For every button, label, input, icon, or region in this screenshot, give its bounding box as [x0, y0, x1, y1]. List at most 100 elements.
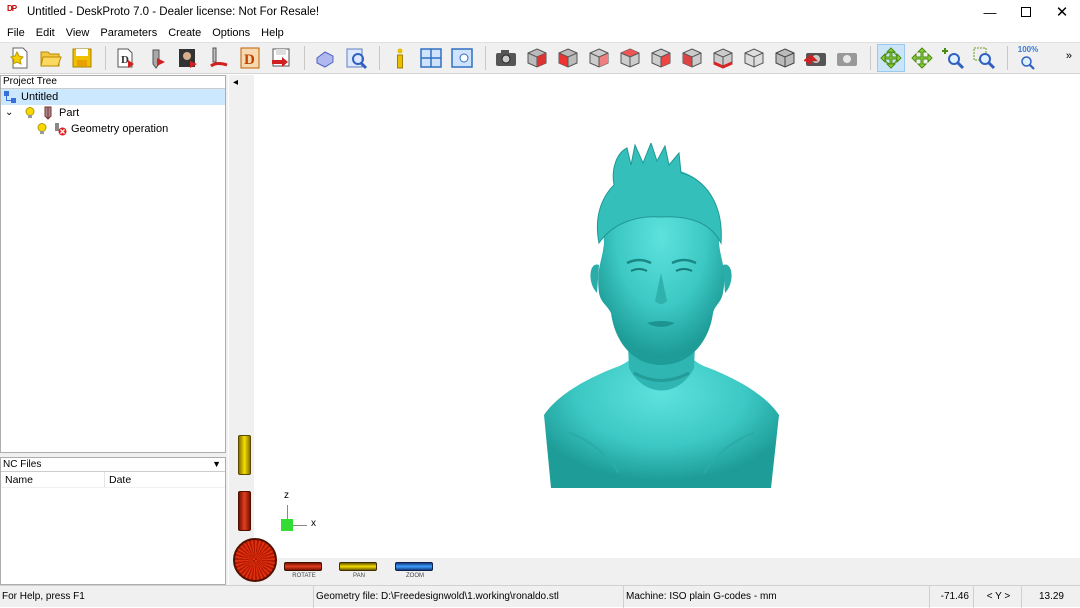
3d-model-bust: [544, 143, 779, 488]
views-button[interactable]: [417, 44, 445, 72]
camera-view-button[interactable]: [492, 44, 520, 72]
nc-files-panel: NC Files ▼ Name Date: [0, 457, 226, 585]
part-parameters-button[interactable]: [143, 44, 171, 72]
toolbar-separator: [485, 46, 486, 70]
tree-item-project[interactable]: Untitled: [1, 89, 225, 105]
camera-icon: [496, 50, 516, 66]
svg-text:D: D: [121, 54, 129, 66]
eraser-icon: [316, 51, 334, 68]
zoom-fit-icon: [1021, 55, 1035, 70]
tree-item-part[interactable]: ⌄ Part: [1, 105, 225, 121]
view-top-button[interactable]: [678, 44, 706, 72]
toolbar-separator: [1007, 46, 1008, 70]
view-slider-bar: ROTATE PAN ZOOM: [229, 558, 1080, 585]
lightbulb-icon[interactable]: [35, 122, 49, 136]
view-bottom-button[interactable]: [709, 44, 737, 72]
status-coord-value: -71.46: [930, 585, 974, 608]
next-view-button[interactable]: [833, 44, 861, 72]
bitmap-button[interactable]: [174, 44, 202, 72]
view-iso-button[interactable]: [523, 44, 551, 72]
rotate-wheel-vertical[interactable]: [238, 491, 251, 531]
project-tree-title: Project Tree: [1, 76, 225, 89]
pan-tool-button[interactable]: [908, 44, 936, 72]
menu-view[interactable]: View: [62, 27, 94, 39]
collapse-panel-arrow[interactable]: ◂: [233, 77, 238, 88]
menu-create[interactable]: Create: [164, 27, 205, 39]
status-coord-value2: 13.29: [1038, 590, 1064, 602]
inspect-button[interactable]: [342, 44, 370, 72]
view-left-button[interactable]: [616, 44, 644, 72]
export-button[interactable]: [267, 44, 295, 72]
erase-button[interactable]: [311, 44, 339, 72]
menu-parameters[interactable]: Parameters: [96, 27, 161, 39]
window-view-icon: [451, 48, 473, 68]
menu-options[interactable]: Options: [208, 27, 254, 39]
menu-help[interactable]: Help: [257, 27, 288, 39]
save-project-button[interactable]: [68, 44, 96, 72]
left-panel: Project Tree Untitled ⌄ Part Geometry op…: [0, 75, 228, 585]
pan-slider[interactable]: PAN: [339, 562, 377, 579]
quad-view-icon: [420, 48, 442, 68]
view-right-button[interactable]: [647, 44, 675, 72]
tree-item-geometry-operation[interactable]: Geometry operation: [1, 121, 225, 137]
toolbar-separator: [870, 46, 871, 70]
window-view-button[interactable]: [448, 44, 476, 72]
toolbar-overflow-button[interactable]: »: [1066, 50, 1072, 62]
rotate-arrows-icon: [880, 47, 902, 69]
cube-grey-icon: [744, 48, 764, 68]
open-project-button[interactable]: [37, 44, 65, 72]
zoom-100-button[interactable]: 100%: [1014, 44, 1042, 72]
title-bar: DP Untitled - DeskProto 7.0 - Dealer lic…: [0, 0, 1080, 24]
camera-grey-icon: [837, 53, 857, 66]
project-tree-panel: Project Tree Untitled ⌄ Part Geometry op…: [0, 75, 226, 453]
info-button[interactable]: [386, 44, 414, 72]
camera-back-icon: [804, 53, 826, 66]
zoom-slider[interactable]: ZOOM: [395, 562, 433, 579]
column-header-name[interactable]: Name: [1, 472, 105, 487]
status-coord-axis: < Y >: [974, 585, 1022, 608]
toolbar: D D 100%: [0, 42, 1080, 74]
zoom-window-button[interactable]: [970, 44, 998, 72]
menu-edit[interactable]: Edit: [32, 27, 59, 39]
dxf-button[interactable]: D: [236, 44, 264, 72]
view-front-button[interactable]: [554, 44, 582, 72]
rotate-tool-button[interactable]: [877, 44, 905, 72]
menu-bar: File Edit View Parameters Create Options…: [0, 24, 1080, 42]
pan-wheel-vertical[interactable]: [238, 435, 251, 475]
column-header-date[interactable]: Date: [105, 472, 225, 487]
toolbar-separator: [304, 46, 305, 70]
view-wire-button[interactable]: [771, 44, 799, 72]
toolbar-separator: [379, 46, 380, 70]
status-geometry-file: Geometry file: D:\Freedesignwold\1.worki…: [314, 585, 624, 608]
cube-bottom-icon: [713, 48, 733, 69]
lightbulb-icon[interactable]: [23, 106, 37, 120]
app-logo-icon: DP: [7, 4, 17, 13]
info-icon: [397, 48, 403, 69]
cube-right-icon: [651, 48, 671, 68]
nc-files-header: NC Files ▼: [1, 458, 225, 472]
load-geometry-button[interactable]: D: [112, 44, 140, 72]
rotate-slider[interactable]: ROTATE: [284, 562, 322, 579]
cube-top-icon: [682, 48, 702, 68]
zoom-tool-button[interactable]: [939, 44, 967, 72]
maximize-button[interactable]: [1008, 0, 1044, 24]
dropdown-arrow-icon[interactable]: ▼: [212, 458, 221, 471]
view-back-button[interactable]: [585, 44, 613, 72]
axis-indicator: z x: [281, 490, 331, 540]
new-project-button[interactable]: [6, 44, 34, 72]
rotate-dial[interactable]: [233, 538, 277, 582]
previous-view-button[interactable]: [802, 44, 830, 72]
close-button[interactable]: ✕: [1044, 0, 1080, 24]
view-shaded-button[interactable]: [740, 44, 768, 72]
menu-file[interactable]: File: [3, 27, 29, 39]
minimize-icon: —: [983, 4, 997, 20]
minimize-button[interactable]: —: [972, 0, 1008, 24]
vector-d-icon: D: [240, 47, 260, 69]
chevron-down-icon[interactable]: ⌄: [5, 106, 17, 120]
toolpath-button[interactable]: [205, 44, 233, 72]
axis-label-z: z: [284, 490, 289, 501]
zoom-window-icon: [973, 47, 996, 70]
3d-viewport[interactable]: ◂ z x ROTATE PAN ZOOM: [229, 75, 1080, 585]
save-disk-icon: [72, 48, 92, 68]
pan-slider-label: PAN: [353, 573, 365, 579]
